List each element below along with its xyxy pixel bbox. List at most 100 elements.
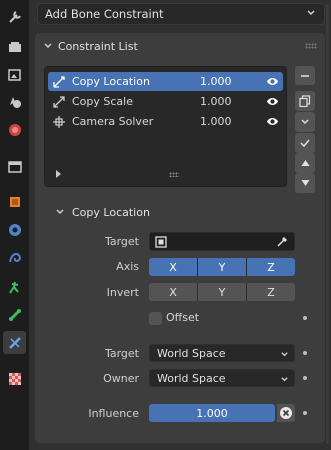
checkmark-icon <box>300 139 310 148</box>
invert-label: Invert <box>106 286 139 299</box>
render-icon <box>8 41 21 52</box>
eye-icon[interactable] <box>266 95 279 108</box>
copy-button[interactable] <box>295 91 315 111</box>
view-layer-icon <box>9 96 21 108</box>
axis-x-toggle[interactable]: X <box>149 258 198 276</box>
constraint-list-panel: Constraint List Copy Location 1.000 Copy… <box>35 33 325 443</box>
axis-z-toggle[interactable]: Z <box>247 258 295 276</box>
list-item[interactable]: Copy Scale 1.000 <box>48 92 283 111</box>
scrollbar[interactable] <box>326 4 329 444</box>
tab-output[interactable] <box>3 63 26 86</box>
expand-filter-arrow-icon[interactable] <box>55 170 62 178</box>
animate-property-dot[interactable] <box>303 351 307 355</box>
more-options-button[interactable] <box>295 112 315 132</box>
bone-constraint-icon <box>8 336 21 349</box>
constraint-list-title: Constraint List <box>58 39 138 53</box>
x-circle-icon <box>280 407 292 419</box>
eyedropper-icon[interactable] <box>276 235 289 248</box>
tab-physics[interactable] <box>3 275 26 298</box>
scene-icon <box>8 123 21 136</box>
animate-property-dot[interactable] <box>303 376 307 380</box>
owner-space-label: Owner <box>103 372 139 385</box>
copy-scale-icon <box>48 95 70 109</box>
physics-icon <box>8 281 19 294</box>
add-bone-constraint-dropdown[interactable]: Add Bone Constraint <box>37 3 325 25</box>
offset-checkbox[interactable] <box>149 312 162 325</box>
bone-icon <box>8 308 21 321</box>
tab-render[interactable] <box>3 36 26 59</box>
axis-y-toggle[interactable]: Y <box>198 258 247 276</box>
tab-tool[interactable] <box>3 5 26 28</box>
animate-property-dot[interactable] <box>303 316 307 320</box>
tab-modifiers[interactable] <box>3 218 26 241</box>
move-up-button[interactable] <box>295 153 315 173</box>
offset-label[interactable]: Offset <box>166 311 199 324</box>
triangle-up-icon <box>301 160 309 166</box>
triangle-down-icon <box>301 180 309 186</box>
constraint-subpanel-header[interactable]: Copy Location <box>55 203 150 221</box>
tab-view-layer[interactable] <box>3 90 26 113</box>
minus-icon <box>301 74 309 77</box>
invert-z-toggle[interactable]: Z <box>247 283 295 301</box>
list-item-name: Copy Scale <box>72 95 133 108</box>
camera-solver-icon <box>48 115 70 129</box>
target-space-label: Target <box>104 347 139 360</box>
list-item-value[interactable]: 1.000 <box>200 75 260 88</box>
tab-scene[interactable] <box>3 118 26 141</box>
output-icon <box>7 68 21 81</box>
owner-space-dropdown[interactable]: World Space <box>149 369 295 387</box>
properties-tab-strip <box>0 0 29 450</box>
add-bone-constraint-label: Add Bone Constraint <box>45 7 164 21</box>
object-icon <box>9 196 20 207</box>
animate-property-dot[interactable] <box>303 411 307 415</box>
influence-label: Influence <box>88 407 139 420</box>
invert-x-toggle[interactable]: X <box>149 283 198 301</box>
tab-particles[interactable] <box>3 246 26 269</box>
constraint-subpanel-title: Copy Location <box>72 205 150 219</box>
chevron-down-icon <box>281 377 288 382</box>
constraint-list: Copy Location 1.000 Copy Scale 1.000 Cam… <box>44 66 287 187</box>
tab-bone-constraints[interactable] <box>3 331 26 354</box>
tab-bone[interactable] <box>3 303 26 326</box>
particles-icon <box>8 252 21 262</box>
constraint-list-header[interactable]: Constraint List <box>35 33 325 59</box>
wrench-screwdriver-icon <box>8 10 21 23</box>
invert-y-toggle[interactable]: Y <box>198 283 247 301</box>
tab-world[interactable] <box>3 155 26 178</box>
panel-drag-grip[interactable] <box>305 43 317 49</box>
remove-button[interactable] <box>295 66 315 85</box>
target-space-dropdown[interactable]: World Space <box>149 344 295 362</box>
target-space-value: World Space <box>157 346 226 360</box>
world-icon <box>7 160 22 173</box>
chevron-down-icon <box>56 209 64 215</box>
list-item[interactable]: Copy Location 1.000 <box>48 72 283 91</box>
checker-texture-icon <box>8 372 21 385</box>
target-label: Target <box>104 235 139 248</box>
axis-label: Axis <box>116 260 139 273</box>
duplicate-icon <box>299 95 311 107</box>
move-down-button[interactable] <box>295 173 315 193</box>
owner-space-value: World Space <box>157 371 226 385</box>
list-item-value[interactable]: 1.000 <box>200 95 260 108</box>
copy-location-icon <box>48 75 70 89</box>
chevron-down-icon <box>44 43 52 49</box>
chevron-down-icon <box>281 352 288 357</box>
influence-slider[interactable]: 1.000 <box>149 404 275 422</box>
chevron-down-icon <box>301 119 309 125</box>
list-item[interactable]: Camera Solver 1.000 <box>48 112 283 131</box>
axis-toggle-group: X Y Z <box>149 258 295 276</box>
eye-icon[interactable] <box>266 75 279 88</box>
disable-keep-transform-button[interactable] <box>277 404 295 422</box>
list-item-value[interactable]: 1.000 <box>200 115 260 128</box>
modifier-icon <box>8 223 21 236</box>
target-field[interactable] <box>149 232 295 251</box>
eye-icon[interactable] <box>266 115 279 128</box>
tab-object[interactable] <box>3 190 26 213</box>
list-item-name: Copy Location <box>72 75 150 88</box>
object-data-icon <box>155 236 167 248</box>
tab-texture[interactable] <box>3 367 26 390</box>
apply-button[interactable] <box>295 133 315 153</box>
chevron-down-icon <box>307 10 315 16</box>
invert-toggle-group: X Y Z <box>149 283 295 301</box>
list-resize-grip[interactable] <box>169 172 179 177</box>
